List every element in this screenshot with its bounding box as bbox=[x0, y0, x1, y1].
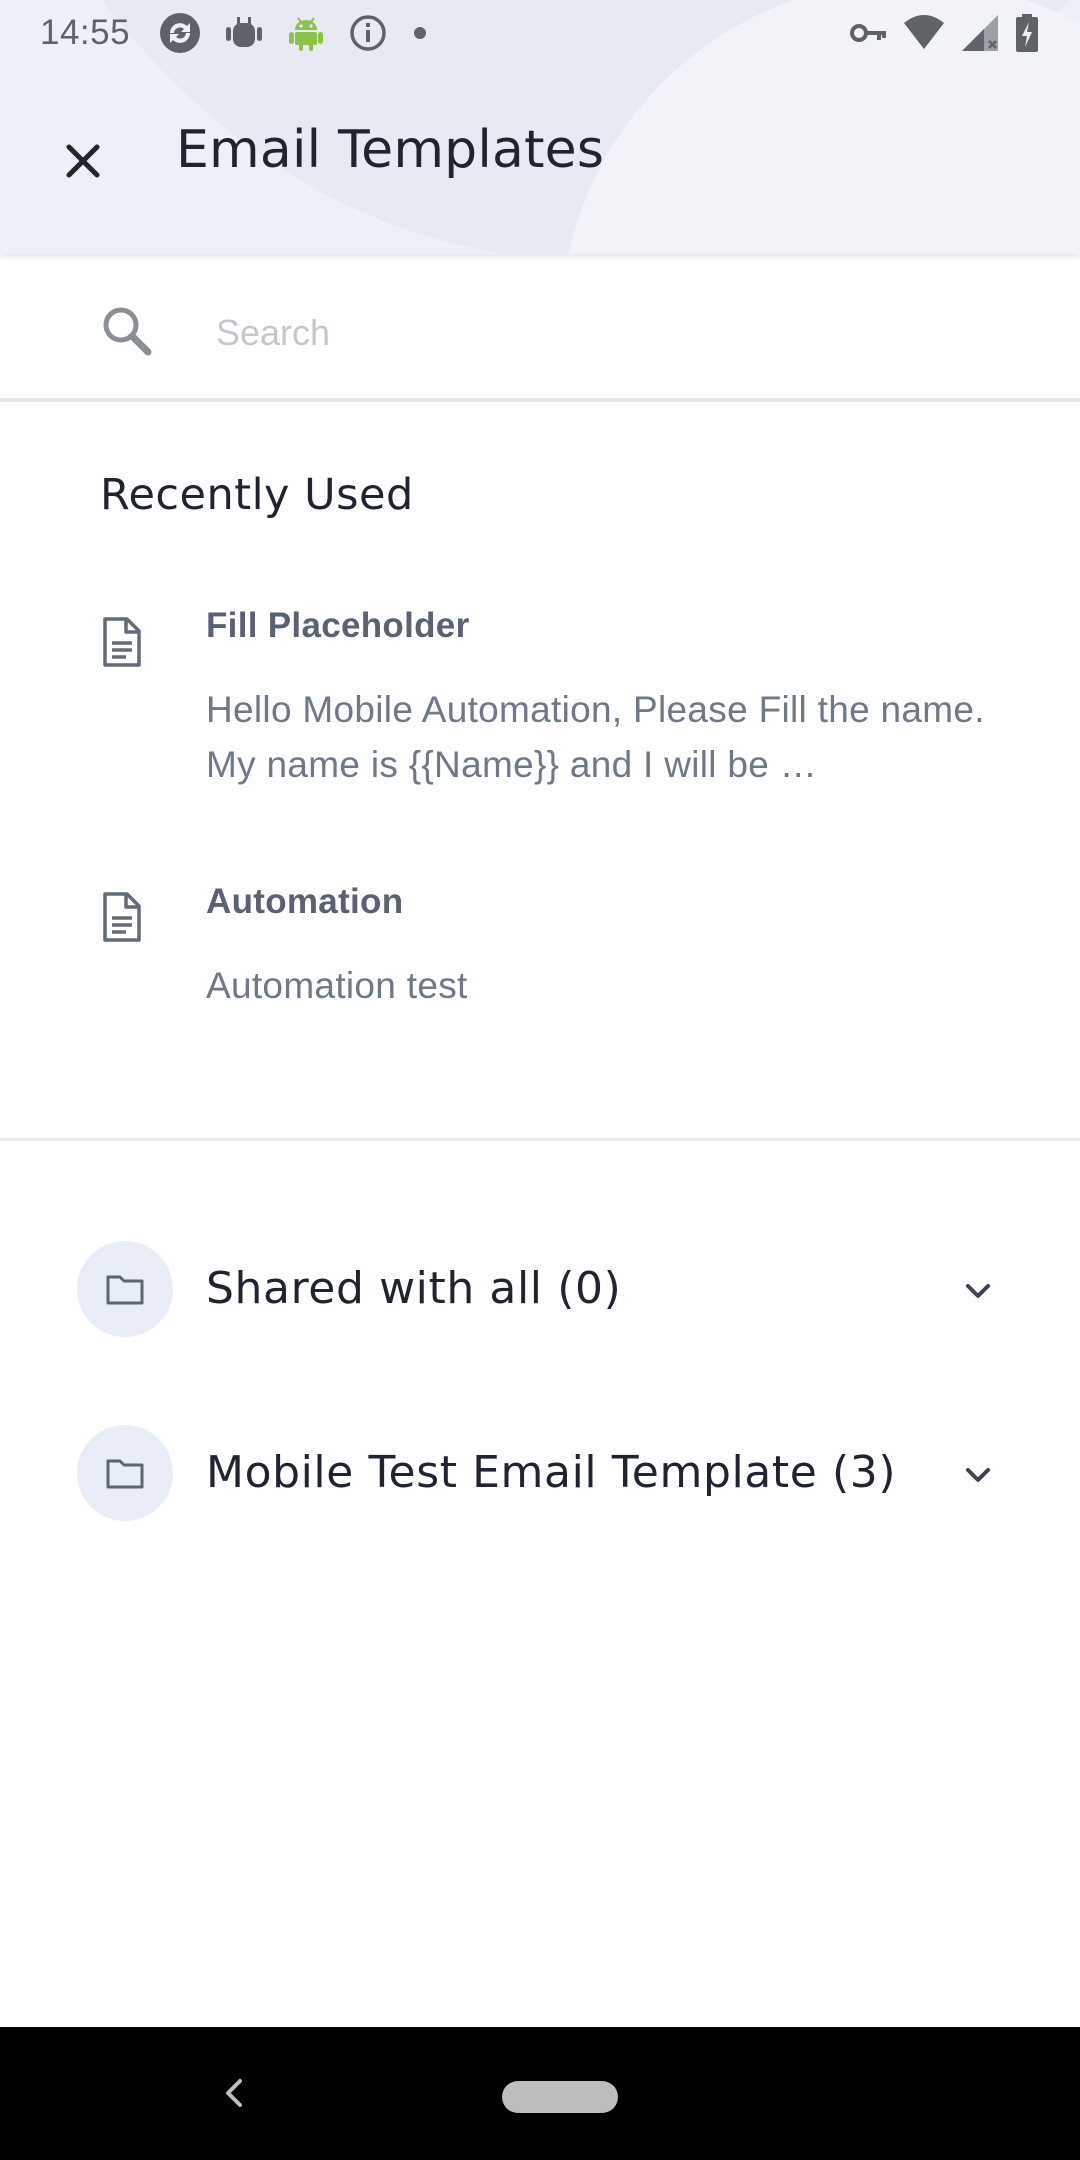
android-debug-icon bbox=[226, 17, 263, 47]
home-pill-button[interactable] bbox=[502, 2081, 618, 2113]
info-icon bbox=[350, 15, 386, 51]
template-item-automation[interactable]: Automation Automation test bbox=[0, 876, 1080, 1026]
status-right-icons bbox=[848, 13, 1040, 53]
search-input[interactable] bbox=[216, 298, 1016, 368]
template-name: Fill Placeholder bbox=[206, 606, 470, 645]
folder-icon bbox=[106, 1275, 144, 1305]
status-left-icons bbox=[158, 11, 430, 55]
sync-icon bbox=[160, 13, 201, 53]
folder-row-shared-with-all[interactable]: Shared with all (0) bbox=[0, 1241, 1080, 1341]
status-time: 14:55 bbox=[40, 13, 131, 52]
template-name: Automation bbox=[206, 882, 404, 921]
folder-icon bbox=[106, 1459, 144, 1489]
status-bar: 14:55 bbox=[0, 0, 1080, 66]
template-preview: Hello Mobile Automation, Please Fill the… bbox=[206, 689, 985, 785]
chevron-down-icon[interactable] bbox=[960, 1457, 996, 1493]
app-bar: Email Templates bbox=[0, 96, 1080, 206]
signal-icon bbox=[962, 15, 998, 51]
search-bar bbox=[0, 258, 1080, 402]
close-button[interactable] bbox=[48, 126, 118, 196]
folder-label: Mobile Test Email Template (3) bbox=[206, 1447, 897, 1498]
document-icon bbox=[103, 892, 141, 942]
battery-charging-icon bbox=[1016, 14, 1038, 52]
back-icon[interactable] bbox=[222, 2073, 246, 2113]
search-icon bbox=[103, 307, 152, 356]
system-navigation-bar bbox=[0, 2027, 1080, 2160]
chevron-down-icon[interactable] bbox=[960, 1273, 996, 1309]
folder-badge bbox=[77, 1241, 173, 1337]
section-divider bbox=[0, 1138, 1080, 1141]
android-icon bbox=[289, 17, 324, 51]
template-preview: Automation test bbox=[206, 965, 468, 1006]
wifi-icon bbox=[904, 15, 944, 49]
page-title: Email Templates bbox=[176, 120, 605, 180]
folder-label: Shared with all (0) bbox=[206, 1263, 622, 1314]
folder-badge bbox=[77, 1425, 173, 1521]
recently-used-heading: Recently Used bbox=[100, 470, 414, 520]
template-item-fill-placeholder[interactable]: Fill Placeholder Hello Mobile Automation… bbox=[0, 600, 1080, 800]
document-icon bbox=[103, 617, 141, 667]
vpn-key-icon bbox=[850, 24, 886, 42]
folder-row-mobile-test-email-template[interactable]: Mobile Test Email Template (3) bbox=[0, 1425, 1080, 1525]
close-icon bbox=[66, 144, 100, 178]
dot-icon bbox=[414, 27, 427, 39]
